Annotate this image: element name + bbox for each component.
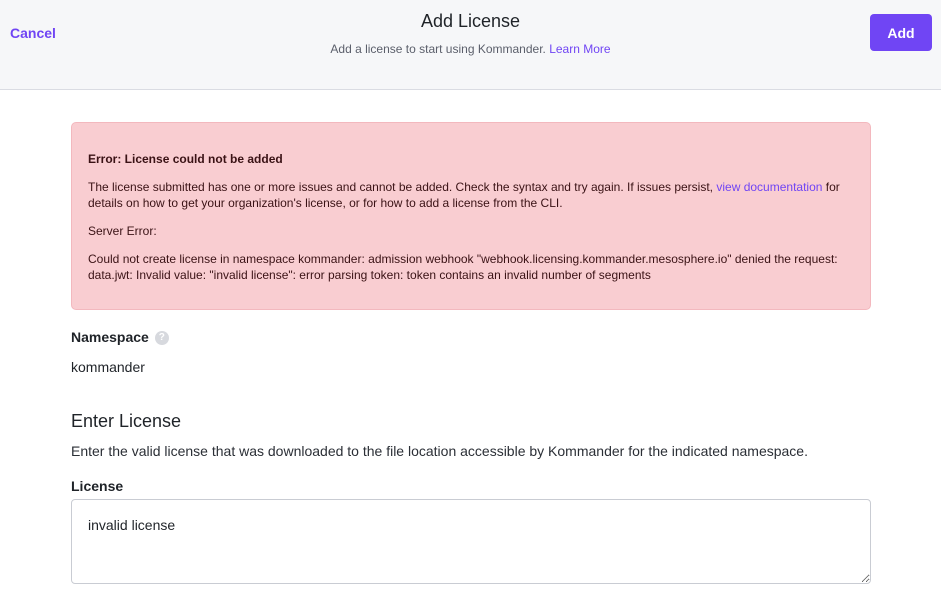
error-message: The license submitted has one or more is…: [88, 179, 854, 211]
subtitle-text: Add a license to start using Kommander.: [330, 42, 546, 56]
learn-more-link[interactable]: Learn More: [549, 42, 610, 56]
add-button[interactable]: Add: [870, 14, 932, 51]
namespace-value: kommander: [71, 359, 145, 375]
question-circle-icon[interactable]: ?: [154, 331, 169, 345]
page-subtitle: Add a license to start using Kommander. …: [0, 41, 941, 57]
error-message-text: The license submitted has one or more is…: [88, 180, 714, 194]
error-alert: Error: License could not be added The li…: [71, 122, 871, 310]
server-error-label: Server Error:: [88, 224, 157, 238]
namespace-label: Namespace ?: [71, 328, 169, 346]
server-error-detail: Could not create license in namespace ko…: [88, 252, 838, 282]
error-title: Error: License could not be added: [88, 152, 283, 166]
page-title: Add License: [420, 11, 521, 31]
license-textarea[interactable]: invalid license: [71, 499, 871, 584]
view-documentation-link[interactable]: view documentation: [716, 180, 822, 194]
namespace-label-text: Namespace: [71, 329, 149, 345]
enter-license-heading: Enter License: [71, 411, 182, 431]
enter-license-description: Enter the valid license that was downloa…: [71, 443, 808, 459]
page-header: Cancel Add License Add a license to star…: [0, 0, 941, 90]
license-field-label: License: [71, 478, 124, 494]
